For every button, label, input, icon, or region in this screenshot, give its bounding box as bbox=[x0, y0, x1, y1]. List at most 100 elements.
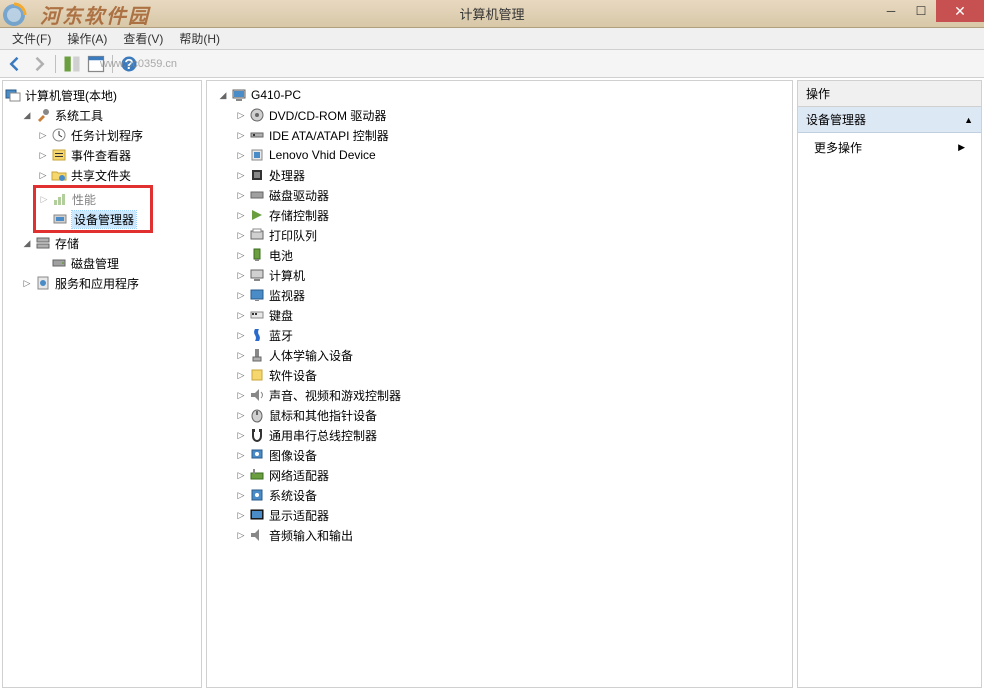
device-category-label: 通用串行总线控制器 bbox=[269, 427, 377, 444]
device-category[interactable]: ▷软件设备 bbox=[209, 365, 790, 385]
expand-icon[interactable]: ▷ bbox=[235, 309, 247, 321]
close-button[interactable]: ✕ bbox=[936, 0, 984, 22]
tree-performance[interactable]: ▷ 性能 bbox=[38, 189, 148, 209]
menu-action[interactable]: 操作(A) bbox=[61, 28, 113, 49]
expand-icon[interactable]: ▷ bbox=[37, 169, 49, 181]
expand-icon[interactable]: ▷ bbox=[235, 269, 247, 281]
device-category-icon bbox=[249, 367, 265, 383]
device-category[interactable]: ▷监视器 bbox=[209, 285, 790, 305]
device-tree: ◢ G410-PC ▷DVD/CD-ROM 驱动器▷IDE ATA/ATAPI … bbox=[207, 81, 792, 549]
expand-icon[interactable]: ▷ bbox=[38, 193, 50, 205]
watermark-url: www.pc0359.cn bbox=[100, 58, 177, 70]
expand-icon[interactable]: ▷ bbox=[235, 449, 247, 461]
expand-icon[interactable]: ▷ bbox=[235, 249, 247, 261]
tree-task-scheduler[interactable]: ▷ 任务计划程序 bbox=[5, 125, 199, 145]
tree-device-manager[interactable]: 设备管理器 bbox=[38, 209, 148, 229]
expand-icon[interactable]: ▷ bbox=[235, 209, 247, 221]
expand-icon[interactable]: ▷ bbox=[235, 529, 247, 541]
device-category[interactable]: ▷系统设备 bbox=[209, 485, 790, 505]
device-category-icon bbox=[249, 327, 265, 343]
expand-icon[interactable]: ▷ bbox=[235, 409, 247, 421]
expand-icon[interactable]: ▷ bbox=[235, 129, 247, 141]
device-category[interactable]: ▷图像设备 bbox=[209, 445, 790, 465]
device-category[interactable]: ▷DVD/CD-ROM 驱动器 bbox=[209, 105, 790, 125]
expand-icon[interactable]: ▷ bbox=[235, 109, 247, 121]
device-category-label: 计算机 bbox=[269, 267, 305, 284]
toolbar: ? www.pc0359.cn bbox=[0, 50, 984, 78]
expand-icon[interactable]: ▷ bbox=[235, 429, 247, 441]
device-category-icon bbox=[249, 167, 265, 183]
tree-system-tools[interactable]: ◢ 系统工具 bbox=[5, 105, 199, 125]
device-category-icon bbox=[249, 127, 265, 143]
device-category[interactable]: ▷显示适配器 bbox=[209, 505, 790, 525]
device-category-icon bbox=[249, 467, 265, 483]
expand-icon[interactable]: ◢ bbox=[21, 109, 33, 121]
device-category[interactable]: ▷人体学输入设备 bbox=[209, 345, 790, 365]
expand-icon[interactable]: ▷ bbox=[235, 289, 247, 301]
expand-icon[interactable]: ▷ bbox=[235, 489, 247, 501]
device-category-icon bbox=[249, 387, 265, 403]
expand-icon[interactable]: ◢ bbox=[21, 237, 33, 249]
menu-help[interactable]: 帮助(H) bbox=[173, 28, 226, 49]
device-category[interactable]: ▷IDE ATA/ATAPI 控制器 bbox=[209, 125, 790, 145]
back-button[interactable] bbox=[4, 53, 26, 75]
expand-icon[interactable]: ▷ bbox=[235, 229, 247, 241]
device-category[interactable]: ▷电池 bbox=[209, 245, 790, 265]
device-category[interactable]: ▷处理器 bbox=[209, 165, 790, 185]
window-buttons: ─ ☐ ✕ bbox=[876, 0, 984, 22]
device-category[interactable]: ▷打印队列 bbox=[209, 225, 790, 245]
device-root[interactable]: ◢ G410-PC bbox=[209, 85, 790, 105]
device-category[interactable]: ▷蓝牙 bbox=[209, 325, 790, 345]
actions-section[interactable]: 设备管理器 ▲ bbox=[798, 107, 981, 133]
tree-storage[interactable]: ◢ 存储 bbox=[5, 233, 199, 253]
device-category[interactable]: ▷ 计算机 bbox=[209, 265, 790, 285]
actions-more-label: 更多操作 bbox=[814, 139, 862, 156]
show-hide-button[interactable] bbox=[61, 53, 83, 75]
expand-icon[interactable]: ▷ bbox=[37, 129, 49, 141]
expand-icon[interactable]: ▷ bbox=[235, 469, 247, 481]
tree-shared-folders[interactable]: ▷ 共享文件夹 bbox=[5, 165, 199, 185]
menu-view[interactable]: 查看(V) bbox=[117, 28, 169, 49]
device-category[interactable]: ▷ 键盘 bbox=[209, 305, 790, 325]
expand-icon[interactable]: ▷ bbox=[21, 277, 33, 289]
menu-file[interactable]: 文件(F) bbox=[6, 28, 57, 49]
menubar: 文件(F) 操作(A) 查看(V) 帮助(H) bbox=[0, 28, 984, 50]
device-category-label: 网络适配器 bbox=[269, 467, 329, 484]
expand-icon[interactable]: ▷ bbox=[235, 389, 247, 401]
device-category[interactable]: ▷音频输入和输出 bbox=[209, 525, 790, 545]
tree-services-apps[interactable]: ▷ 服务和应用程序 bbox=[5, 273, 199, 293]
expand-icon[interactable]: ◢ bbox=[217, 89, 229, 101]
expand-icon[interactable]: ▷ bbox=[37, 149, 49, 161]
device-category[interactable]: ▷ 声音、视频和游戏控制器 bbox=[209, 385, 790, 405]
expand-icon[interactable]: ▷ bbox=[235, 509, 247, 521]
event-icon bbox=[51, 147, 67, 163]
device-category[interactable]: ▷ 存储控制器 bbox=[209, 205, 790, 225]
expand-icon[interactable]: ▷ bbox=[235, 349, 247, 361]
services-icon bbox=[35, 275, 51, 291]
titlebar: 河东软件园 计算机管理 ─ ☐ ✕ bbox=[0, 0, 984, 28]
forward-button[interactable] bbox=[28, 53, 50, 75]
device-category[interactable]: ▷磁盘驱动器 bbox=[209, 185, 790, 205]
minimize-button[interactable]: ─ bbox=[876, 0, 906, 22]
device-category[interactable]: ▷鼠标和其他指针设备 bbox=[209, 405, 790, 425]
device-category-label: 键盘 bbox=[269, 307, 293, 324]
expand-icon[interactable]: ▷ bbox=[235, 369, 247, 381]
maximize-button[interactable]: ☐ bbox=[906, 0, 936, 22]
left-pane: 计算机管理(本地) ◢ 系统工具 ▷ 任务计划程序 ▷ 事件查看器 ▷ 共享文件… bbox=[2, 80, 202, 688]
toolbar-separator bbox=[55, 55, 56, 73]
device-category[interactable]: ▷ 网络适配器 bbox=[209, 465, 790, 485]
tree-event-viewer[interactable]: ▷ 事件查看器 bbox=[5, 145, 199, 165]
device-category-label: 存储控制器 bbox=[269, 207, 329, 224]
watermark: 河东软件园 bbox=[0, 0, 150, 29]
expand-icon[interactable]: ▷ bbox=[235, 189, 247, 201]
device-category[interactable]: ▷Lenovo Vhid Device bbox=[209, 145, 790, 165]
expand-icon[interactable]: ▷ bbox=[235, 149, 247, 161]
tree-root[interactable]: 计算机管理(本地) bbox=[5, 85, 199, 105]
device-category-label: 声音、视频和游戏控制器 bbox=[269, 387, 401, 404]
device-category[interactable]: ▷ 通用串行总线控制器 bbox=[209, 425, 790, 445]
expand-icon[interactable]: ▷ bbox=[235, 329, 247, 341]
actions-more[interactable]: 更多操作 ▶ bbox=[798, 133, 981, 162]
expand-icon[interactable]: ▷ bbox=[235, 169, 247, 181]
tree-disk-management[interactable]: 磁盘管理 bbox=[5, 253, 199, 273]
system-tools-label: 系统工具 bbox=[55, 107, 103, 124]
